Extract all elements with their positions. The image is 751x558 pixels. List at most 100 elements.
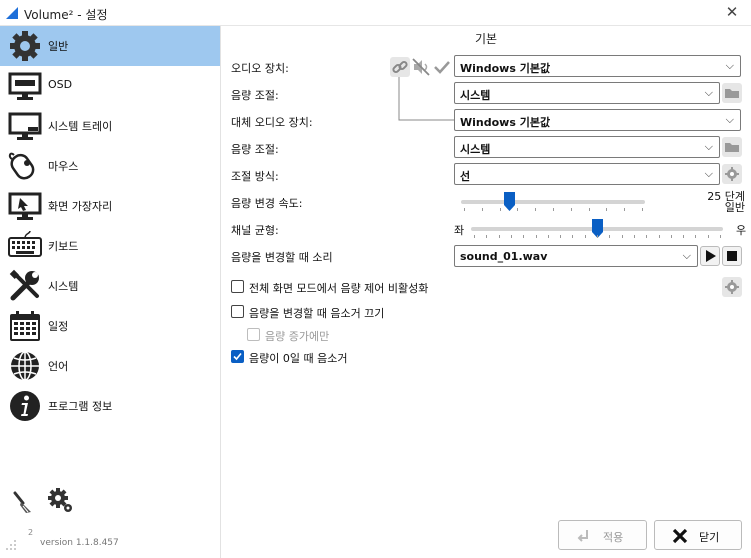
channel-balance-label: 채널 균형: bbox=[231, 224, 279, 237]
slider-tick bbox=[482, 208, 483, 211]
stop-icon[interactable] bbox=[722, 246, 742, 266]
sidebar-item-osd[interactable]: OSD bbox=[0, 66, 220, 106]
adjust-method-select[interactable]: 선 ⌵ bbox=[454, 163, 720, 185]
advanced-settings-icon[interactable] bbox=[48, 488, 74, 514]
checkbox-box[interactable] bbox=[247, 328, 260, 341]
check-icon[interactable] bbox=[432, 57, 452, 77]
sidebar-item-label: 시스템 트레이 bbox=[48, 120, 113, 133]
device-link-line bbox=[398, 76, 455, 121]
slider-track bbox=[461, 200, 645, 204]
gear-icon bbox=[10, 31, 40, 61]
chevron-down-icon: ⌵ bbox=[704, 167, 713, 180]
info-icon bbox=[10, 391, 40, 421]
slider-tick bbox=[553, 208, 554, 211]
checkbox-box[interactable] bbox=[231, 280, 244, 293]
sidebar-item-label: OSD bbox=[48, 78, 73, 91]
alt-audio-device-select[interactable]: Windows 기본값 ⌵ bbox=[454, 109, 741, 131]
audio-device-select[interactable]: Windows 기본값 ⌵ bbox=[454, 55, 741, 77]
settings-gear-icon[interactable] bbox=[722, 277, 742, 297]
close-button[interactable]: 닫기 bbox=[654, 520, 742, 550]
volume-control-select-2[interactable]: 시스템 ⌵ bbox=[454, 136, 720, 158]
tray-icon bbox=[8, 112, 42, 140]
sidebar-item-about[interactable]: 프로그램 정보 bbox=[0, 386, 220, 426]
calendar-icon bbox=[10, 311, 40, 341]
volume-control-label: 음량 조절: bbox=[231, 89, 279, 102]
monitor-icon bbox=[8, 72, 42, 100]
checkbox-label: 음량이 0일 때 음소거 bbox=[249, 352, 348, 365]
sidebar-item-system[interactable]: 시스템 bbox=[0, 266, 220, 306]
sidebar-item-label: 마우스 bbox=[48, 160, 79, 173]
volume-control-select[interactable]: 시스템 ⌵ bbox=[454, 82, 720, 104]
close-icon[interactable]: ✕ bbox=[723, 3, 741, 21]
chevron-down-icon: ⌵ bbox=[704, 140, 713, 153]
slider-tick bbox=[622, 235, 623, 238]
volume-control-value-2: 시스템 bbox=[460, 143, 491, 156]
checkbox-label: 음량을 변경할 때 음소거 끄기 bbox=[249, 307, 385, 320]
change-sound-value: sound_01.wav bbox=[460, 250, 548, 263]
slider-tick bbox=[609, 235, 610, 238]
mouse-icon bbox=[8, 152, 35, 180]
checkbox-box[interactable] bbox=[231, 350, 244, 363]
slider-tick bbox=[548, 235, 549, 238]
change-speed-label: 음량 변경 속도: bbox=[231, 197, 303, 210]
adjust-method-label: 조절 방식: bbox=[231, 170, 279, 183]
slider-tick bbox=[695, 235, 696, 238]
alt-audio-device-value: Windows 기본값 bbox=[460, 116, 551, 129]
change-sound-label: 음량을 변경할 때 소리 bbox=[231, 251, 333, 264]
sidebar-item-general[interactable]: 일반 bbox=[0, 26, 220, 66]
audio-device-value: Windows 기본값 bbox=[460, 62, 551, 75]
folder-icon[interactable] bbox=[722, 137, 742, 157]
settings-gear-icon[interactable] bbox=[722, 164, 742, 184]
slider-tick bbox=[517, 208, 518, 211]
slider-tick bbox=[571, 208, 572, 211]
apply-button[interactable]: 적용 bbox=[558, 520, 647, 550]
slider-tick bbox=[624, 208, 625, 211]
folder-icon[interactable] bbox=[722, 83, 742, 103]
sidebar-item-schedule[interactable]: 일정 bbox=[0, 306, 220, 346]
window-title: Volume² - 설정 bbox=[24, 8, 108, 22]
link-icon[interactable] bbox=[390, 57, 410, 77]
slider-tick bbox=[642, 208, 643, 211]
app-icon bbox=[6, 7, 18, 19]
play-icon[interactable] bbox=[700, 246, 720, 266]
volume-control-label-2: 음량 조절: bbox=[231, 143, 279, 156]
sidebar-item-label: 화면 가장자리 bbox=[48, 200, 113, 213]
globe-icon bbox=[11, 351, 39, 381]
slider-tick bbox=[683, 235, 684, 238]
sidebar-item-language[interactable]: 언어 bbox=[0, 346, 220, 386]
version-badge: 2 bbox=[28, 528, 34, 537]
slider-tick bbox=[597, 235, 598, 238]
chevron-down-icon: ⌵ bbox=[725, 113, 734, 126]
balance-right-label: 우 bbox=[736, 224, 747, 237]
sidebar-item-label: 일정 bbox=[48, 320, 69, 333]
audio-device-label: 오디오 장치: bbox=[231, 62, 289, 75]
sidebar-item-keyboard[interactable]: 키보드 bbox=[0, 226, 220, 266]
sidebar-item-screen-edge[interactable]: 화면 가장자리 bbox=[0, 186, 220, 226]
slider-tick bbox=[646, 235, 647, 238]
sidebar-item-label: 프로그램 정보 bbox=[48, 400, 113, 413]
checkbox-box[interactable] bbox=[231, 305, 244, 318]
slider-tick bbox=[464, 208, 465, 211]
sidebar-item-label: 키보드 bbox=[48, 240, 79, 253]
main-panel: 기본 오디오 장치: Windows 기본값 ⌵ 음량 조절: 시스템 ⌵ 대체… bbox=[221, 26, 751, 558]
sidebar-item-tray[interactable]: 시스템 트레이 bbox=[0, 106, 220, 146]
slider-tick bbox=[535, 208, 536, 211]
balance-left-label: 좌 bbox=[454, 224, 465, 237]
slider-tick bbox=[585, 235, 586, 238]
slider-tick bbox=[560, 235, 561, 238]
close-x-icon bbox=[672, 528, 688, 544]
brush-icon[interactable] bbox=[10, 490, 34, 514]
close-label: 닫기 bbox=[699, 531, 720, 544]
change-sound-select[interactable]: sound_01.wav ⌵ bbox=[454, 245, 698, 267]
sidebar-item-mouse[interactable]: 마우스 bbox=[0, 146, 220, 186]
chevron-down-icon: ⌵ bbox=[725, 59, 734, 72]
slider-tick bbox=[474, 235, 475, 238]
change-speed-slider[interactable] bbox=[461, 192, 645, 212]
mute-speaker-icon[interactable] bbox=[411, 57, 431, 77]
channel-balance-slider[interactable] bbox=[471, 219, 723, 239]
slider-thumb[interactable] bbox=[504, 192, 515, 211]
slider-tick bbox=[500, 208, 501, 211]
tools-icon bbox=[9, 269, 39, 301]
chevron-down-icon: ⌵ bbox=[682, 249, 691, 262]
apply-label: 적용 bbox=[603, 531, 624, 544]
